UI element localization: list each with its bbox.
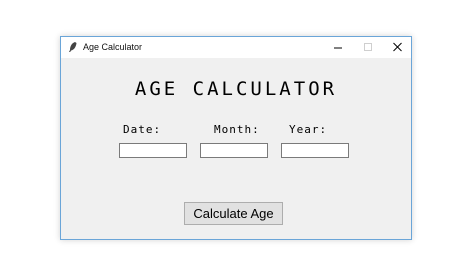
maximize-icon [364,43,372,51]
page-title: AGE CALCULATOR [134,78,338,100]
close-icon [393,42,402,52]
maximize-button[interactable] [353,37,383,58]
window-content: AGE CALCULATOR Date: Month: Year: Calcul… [61,58,411,239]
feather-icon [69,42,77,52]
date-label: Date: [123,123,162,136]
month-input[interactable] [200,143,268,158]
year-input[interactable] [281,143,349,158]
year-label: Year: [289,123,328,136]
close-button[interactable] [383,37,413,58]
date-input[interactable] [119,143,187,158]
window-title: Age Calculator [83,42,143,52]
minimize-icon [334,47,342,49]
app-window: Age Calculator AGE CALCULATOR Date: Mont… [60,36,412,240]
calculate-age-button[interactable]: Calculate Age [184,202,283,225]
month-label: Month: [214,123,260,136]
minimize-button[interactable] [323,37,353,58]
title-bar[interactable]: Age Calculator [61,37,411,58]
